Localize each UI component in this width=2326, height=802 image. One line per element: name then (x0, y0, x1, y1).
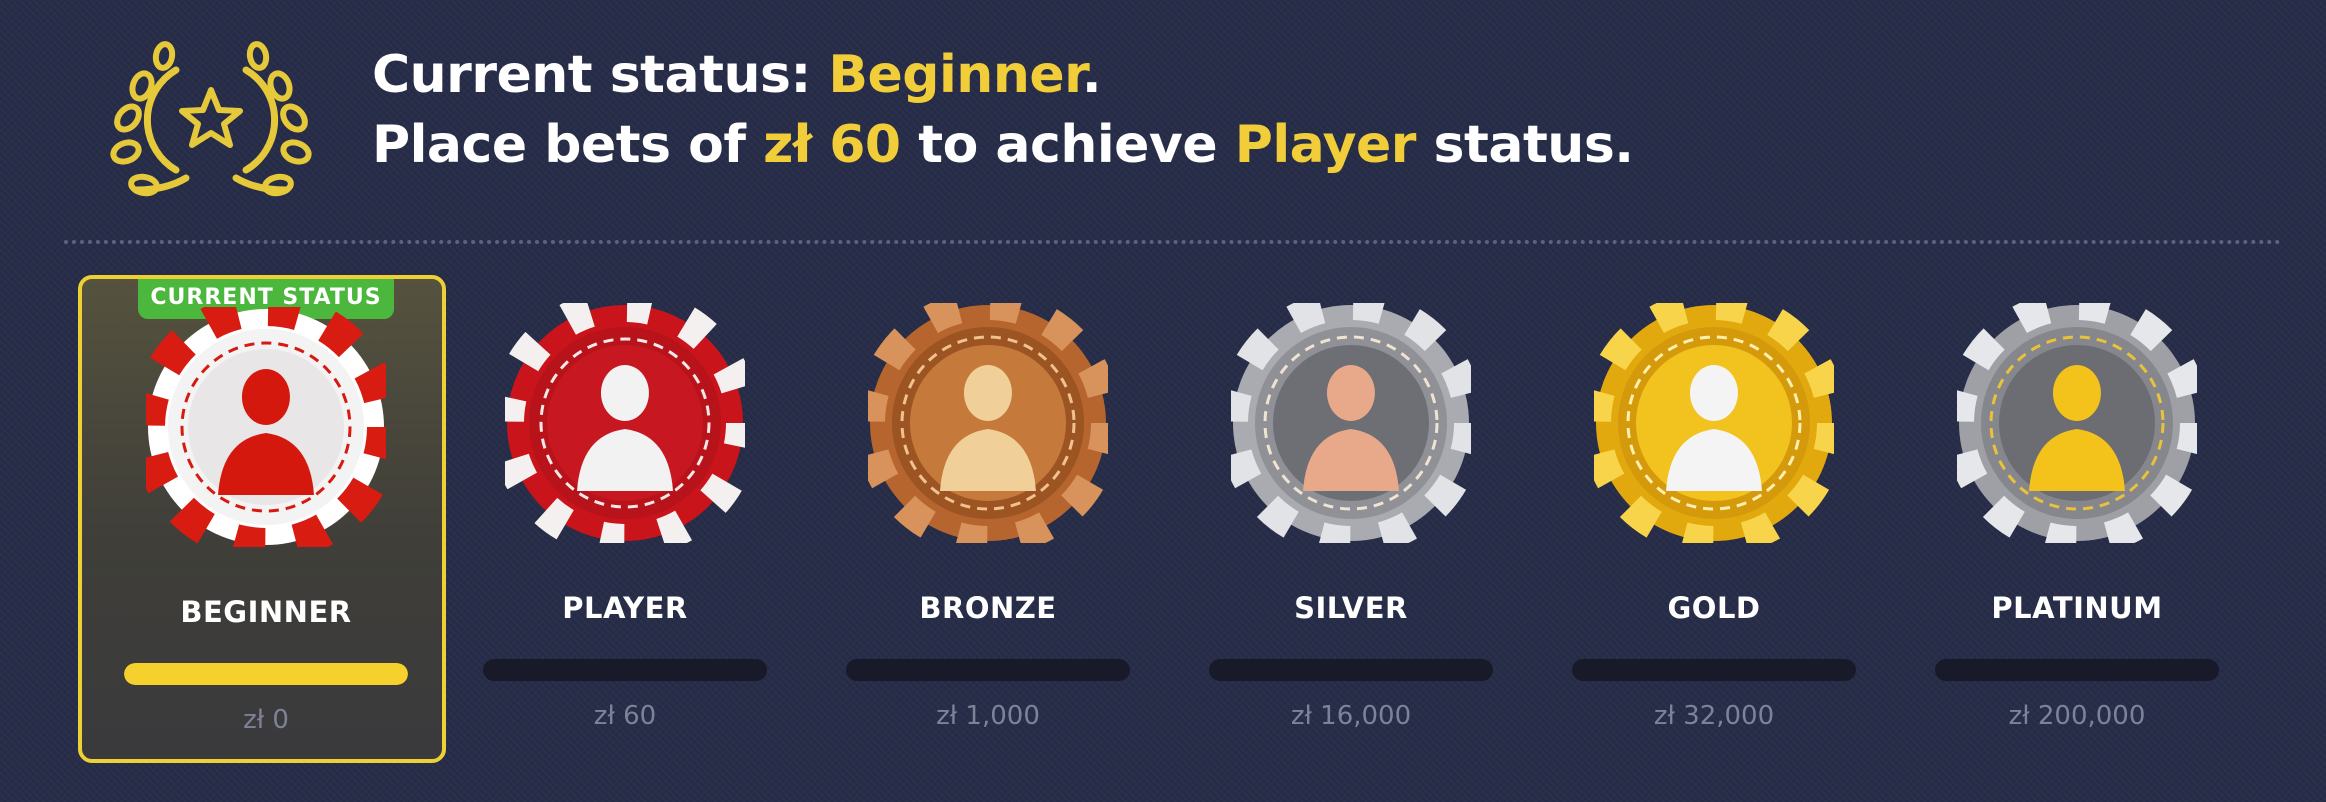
headline-line-1: Current status: Beginner. (372, 40, 1634, 110)
status-headline: Current status: Beginner. Place bets of … (372, 40, 1634, 180)
level-card-gold[interactable]: GOLD zł 32,000 (1530, 275, 1898, 763)
silver-chip-icon (1231, 303, 1471, 543)
level-name: BRONZE (919, 591, 1057, 625)
required-amount: zł 60 (763, 115, 901, 175)
headline-middle: to achieve (900, 115, 1235, 175)
progress-bar (846, 659, 1130, 681)
progress-bar (1935, 659, 2219, 681)
level-threshold: zł 16,000 (1290, 701, 1412, 731)
laurel-star-icon (110, 41, 312, 197)
level-card-player[interactable]: PLAYER zł 60 (441, 275, 809, 763)
progress-bar (1209, 659, 1493, 681)
level-card-silver[interactable]: SILVER zł 16,000 (1167, 275, 1535, 763)
level-name: SILVER (1294, 591, 1408, 625)
progress-bar (124, 663, 408, 685)
level-name: PLAYER (562, 591, 688, 625)
platinum-chip-icon (1957, 303, 2197, 543)
level-threshold: zł 32,000 (1653, 701, 1775, 731)
headline-line-2: Place bets of zł 60 to achieve Player st… (372, 110, 1634, 180)
level-threshold: zł 60 (593, 701, 657, 731)
current-status-value: Beginner (828, 45, 1082, 105)
level-threshold: zł 200,000 (2008, 701, 2146, 731)
headline-prefix: Current status: (372, 45, 829, 105)
red-chip-icon (505, 303, 745, 543)
status-header: Current status: Beginner. Place bets of … (0, 0, 2326, 230)
bronze-chip-icon (868, 303, 1108, 543)
level-name: BEGINNER (180, 595, 352, 629)
level-name: GOLD (1667, 591, 1761, 625)
level-name: PLATINUM (1991, 591, 2163, 625)
progress-bar (483, 659, 767, 681)
level-card-bronze[interactable]: BRONZE zł 1,000 (804, 275, 1172, 763)
red-white-chip-icon (146, 307, 386, 547)
headline-period: . (1081, 45, 1102, 105)
dotted-divider (64, 240, 2282, 244)
headline-suffix: status. (1415, 115, 1634, 175)
progress-fill (124, 663, 408, 685)
status-levels: CURRENT STATUS BEGINNER zł 0 PLAYER zł 6… (78, 275, 2304, 763)
level-threshold: zł 1,000 (936, 701, 1040, 731)
level-card-platinum[interactable]: PLATINUM zł 200,000 (1893, 275, 2261, 763)
gold-chip-icon (1594, 303, 1834, 543)
level-threshold: zł 0 (243, 705, 289, 735)
next-status-value: Player (1234, 115, 1417, 175)
progress-bar (1572, 659, 1856, 681)
level-card-beginner[interactable]: CURRENT STATUS BEGINNER zł 0 (78, 275, 446, 763)
headline-prefix-2: Place bets of (372, 115, 764, 175)
